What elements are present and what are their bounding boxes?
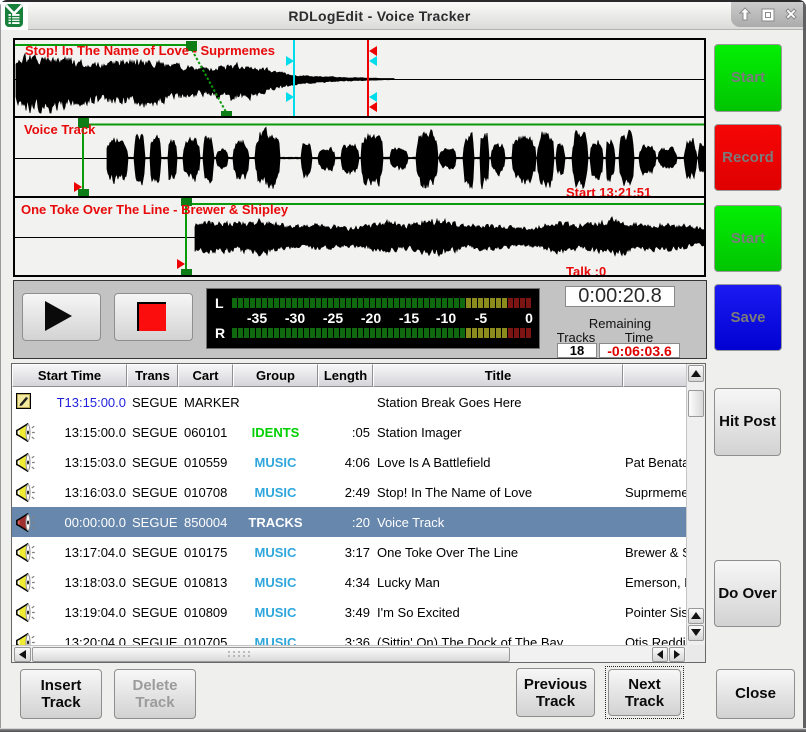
svg-text:-20: -20 [361, 310, 381, 326]
svg-text:-30: -30 [285, 310, 305, 326]
svg-text:-10: -10 [436, 310, 456, 326]
svg-text:L: L [215, 295, 224, 311]
svg-text:-25: -25 [323, 310, 343, 326]
svg-text:R: R [215, 325, 225, 341]
svg-text:-15: -15 [399, 310, 419, 326]
svg-text:0: 0 [525, 310, 533, 326]
svg-text:-35: -35 [247, 310, 267, 326]
svg-text:-5: -5 [475, 310, 488, 326]
